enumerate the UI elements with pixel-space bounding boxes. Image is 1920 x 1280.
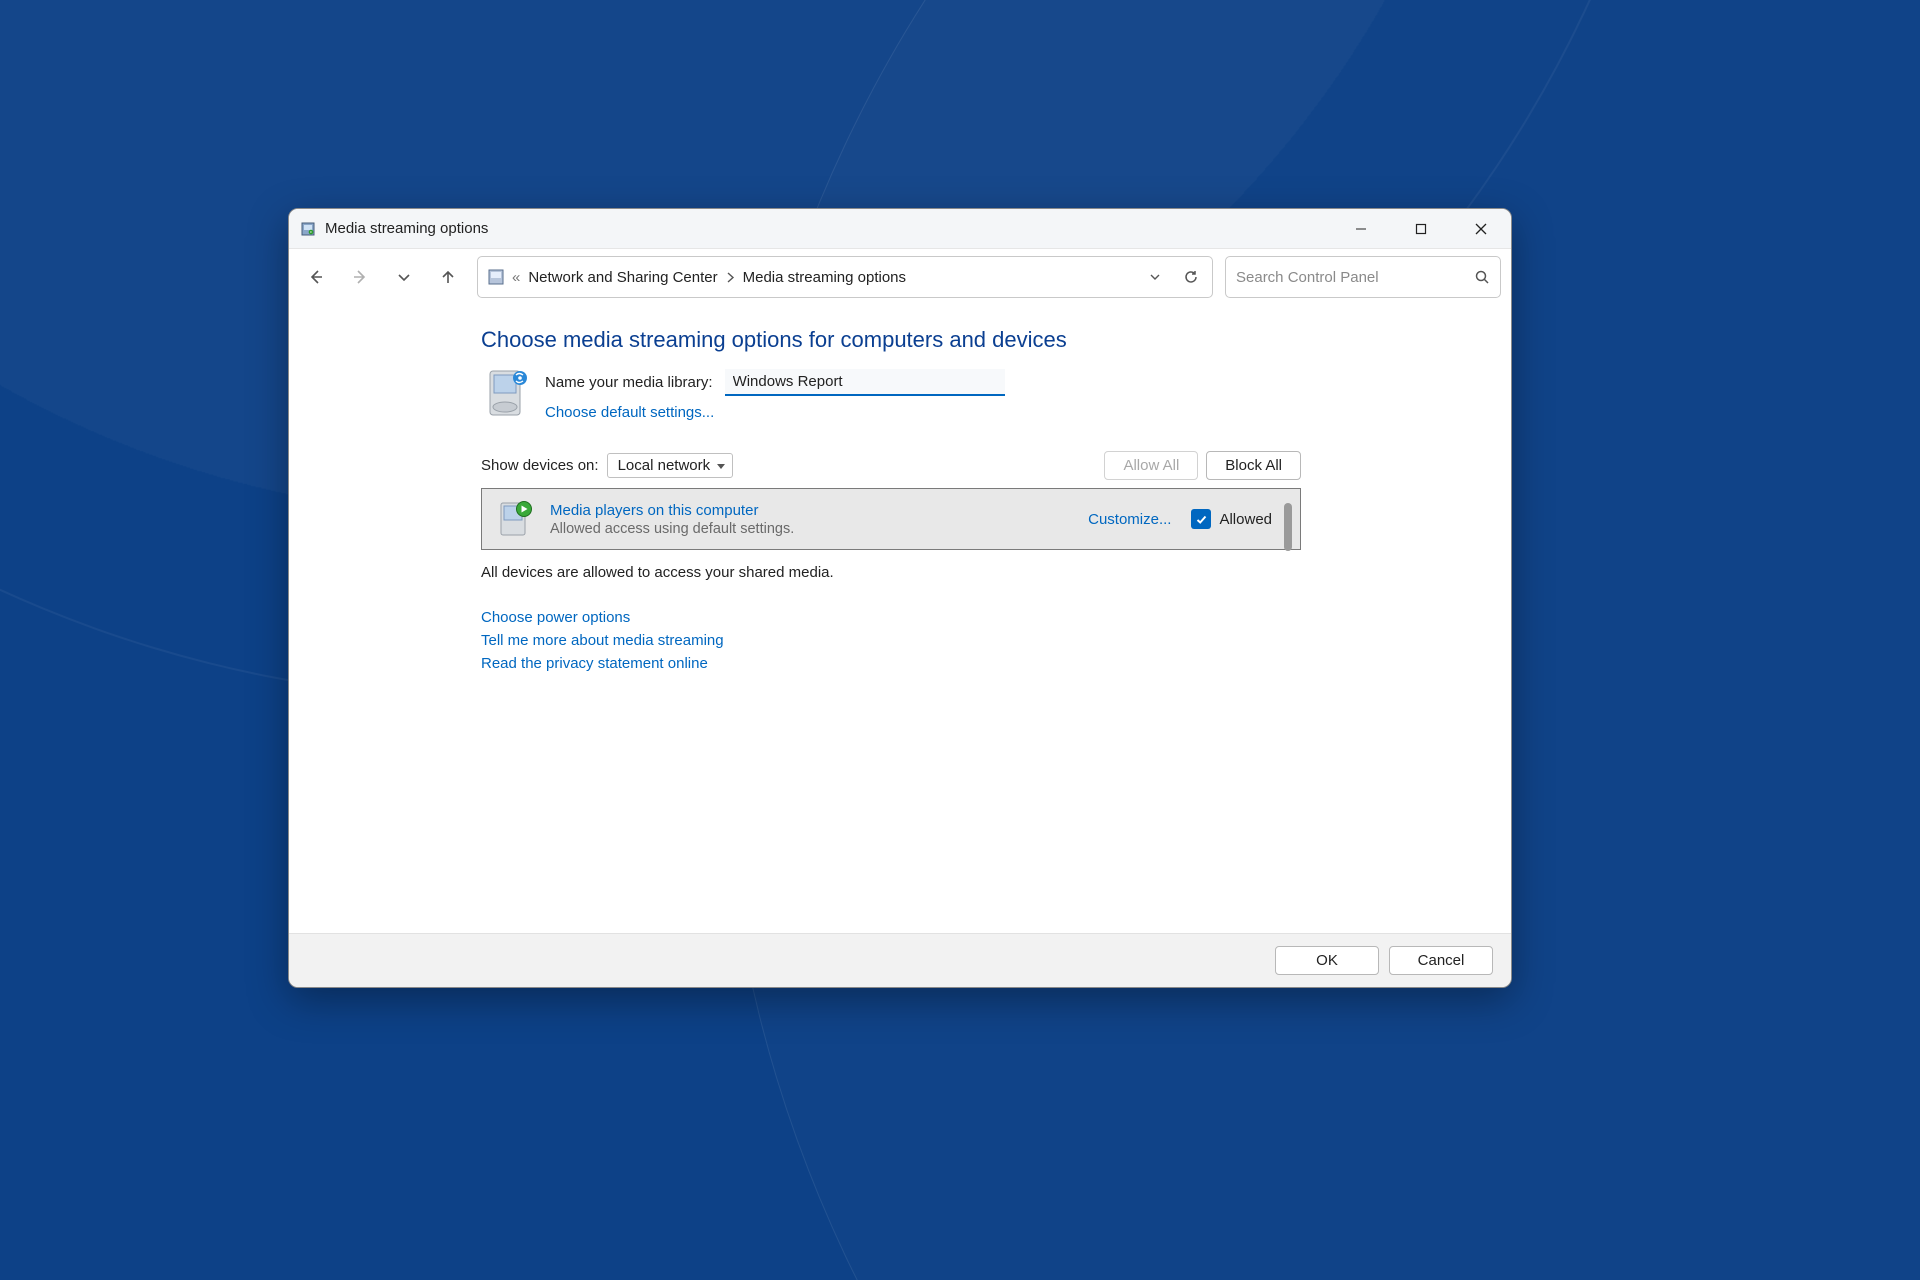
control-panel-window: Media streaming options « xyxy=(288,208,1512,988)
dialog-footer: OK Cancel xyxy=(289,933,1511,987)
allowed-toggle[interactable]: Allowed xyxy=(1191,509,1272,529)
maximize-button[interactable] xyxy=(1391,209,1451,249)
recent-locations-button[interactable] xyxy=(383,256,425,298)
cancel-button[interactable]: Cancel xyxy=(1389,946,1493,975)
allowed-label: Allowed xyxy=(1219,511,1272,528)
checkbox-checked-icon xyxy=(1191,509,1211,529)
media-library-section: Name your media library: Choose default … xyxy=(481,367,1491,423)
address-history-dropdown[interactable] xyxy=(1140,262,1170,292)
minimize-button[interactable] xyxy=(1331,209,1391,249)
device-filter-row: Show devices on: Local network Allow All… xyxy=(481,451,1301,480)
allow-all-button[interactable]: Allow All xyxy=(1104,451,1198,480)
back-button[interactable] xyxy=(295,256,337,298)
library-name-label: Name your media library: xyxy=(545,374,713,391)
content-area: Choose media streaming options for compu… xyxy=(289,305,1511,933)
more-about-streaming-link[interactable]: Tell me more about media streaming xyxy=(481,632,1491,649)
status-line: All devices are allowed to access your s… xyxy=(481,564,1491,581)
device-row[interactable]: Media players on this computer Allowed a… xyxy=(482,489,1300,549)
privacy-statement-link[interactable]: Read the privacy statement online xyxy=(481,655,1491,672)
breadcrumb-ellipsis: « xyxy=(512,269,520,286)
address-icon xyxy=(486,267,506,287)
show-devices-value: Local network xyxy=(618,457,711,474)
page-title: Choose media streaming options for compu… xyxy=(481,327,1491,353)
nav-toolbar: « Network and Sharing Center Media strea… xyxy=(289,249,1511,305)
scrollbar-thumb[interactable] xyxy=(1284,503,1292,551)
ok-button[interactable]: OK xyxy=(1275,946,1379,975)
block-all-button[interactable]: Block All xyxy=(1206,451,1301,480)
library-name-input[interactable] xyxy=(725,369,1005,396)
forward-button[interactable] xyxy=(339,256,381,298)
up-button[interactable] xyxy=(427,256,469,298)
address-bar[interactable]: « Network and Sharing Center Media strea… xyxy=(477,256,1213,298)
breadcrumb-network-sharing[interactable]: Network and Sharing Center xyxy=(526,267,719,288)
media-player-icon xyxy=(496,499,536,539)
device-title: Media players on this computer xyxy=(550,502,1074,519)
show-devices-select[interactable]: Local network xyxy=(607,453,734,478)
app-icon xyxy=(299,220,317,238)
window-title: Media streaming options xyxy=(325,220,488,237)
refresh-button[interactable] xyxy=(1176,262,1206,292)
default-settings-link[interactable]: Choose default settings... xyxy=(545,404,1005,421)
media-library-icon xyxy=(481,367,537,423)
close-button[interactable] xyxy=(1451,209,1511,249)
device-list: Media players on this computer Allowed a… xyxy=(481,488,1301,550)
customize-link[interactable]: Customize... xyxy=(1088,511,1171,528)
titlebar: Media streaming options xyxy=(289,209,1511,249)
power-options-link[interactable]: Choose power options xyxy=(481,609,1491,626)
chevron-right-icon xyxy=(726,272,735,283)
search-input[interactable] xyxy=(1236,269,1474,286)
search-icon xyxy=(1474,269,1490,285)
device-subtitle: Allowed access using default settings. xyxy=(550,521,1074,537)
breadcrumb-media-streaming[interactable]: Media streaming options xyxy=(741,267,908,288)
show-devices-label: Show devices on: xyxy=(481,457,599,474)
search-field[interactable] xyxy=(1225,256,1501,298)
help-links: Choose power options Tell me more about … xyxy=(481,609,1491,672)
